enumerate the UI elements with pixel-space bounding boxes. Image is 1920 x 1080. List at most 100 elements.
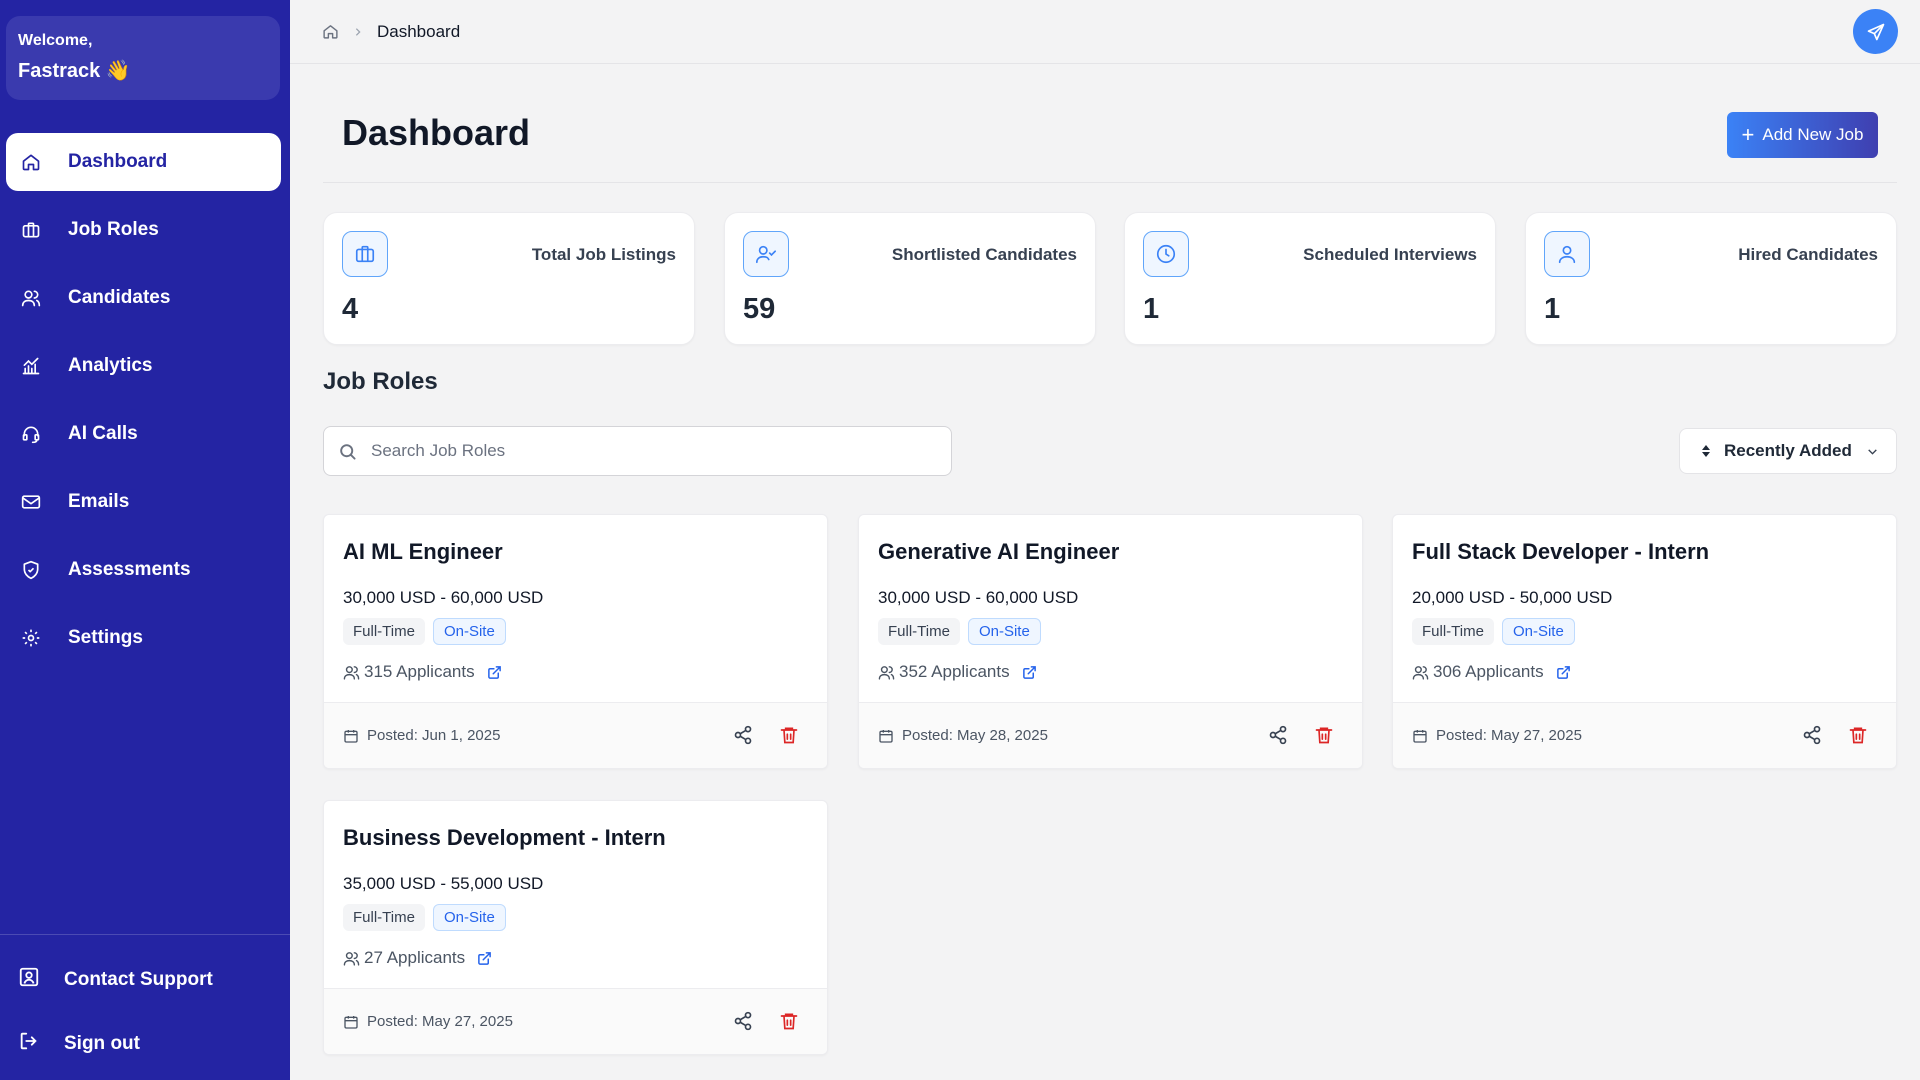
users-icon — [20, 287, 42, 309]
sidebar-item-label: Assessments — [68, 559, 191, 580]
external-link-icon[interactable] — [487, 665, 502, 680]
job-salary: 30,000 USD - 60,000 USD — [878, 588, 1079, 607]
posted-date: Posted: May 28, 2025 — [902, 727, 1048, 744]
share-icon[interactable] — [733, 1011, 753, 1036]
sidebar-item-candidates[interactable]: Candidates — [6, 269, 281, 327]
stat-label: Hired Candidates — [1738, 245, 1878, 264]
calendar-icon — [1412, 728, 1428, 744]
sidebar: Welcome, Fastrack 👋 Dashboard Job Roles … — [0, 0, 290, 1080]
headset-icon — [20, 423, 42, 445]
job-location-tag: On-Site — [432, 904, 506, 931]
sort-icon — [1700, 444, 1712, 458]
job-card[interactable]: Full Stack Developer - Intern 20,000 USD… — [1392, 514, 1897, 769]
home-icon — [20, 151, 42, 173]
mail-icon — [20, 491, 42, 513]
job-tags: Full-Time On-Site — [1412, 618, 1575, 645]
sidebar-item-emails[interactable]: Emails — [6, 473, 281, 531]
sidebar-item-label: Analytics — [68, 355, 153, 376]
sidebar-item-label: AI Calls — [68, 423, 138, 444]
title-divider — [323, 182, 1897, 183]
sidebar-item-settings[interactable]: Settings — [6, 609, 281, 667]
external-link-icon[interactable] — [477, 951, 492, 966]
sidebar-item-label: Emails — [68, 491, 130, 512]
sign-out-button[interactable]: Sign out — [18, 1030, 278, 1057]
job-roles-heading: Job Roles — [323, 368, 438, 395]
users-icon — [343, 664, 360, 681]
user-name: Fastrack 👋 — [18, 60, 131, 82]
job-title: Generative AI Engineer — [878, 539, 1120, 564]
applicants-count: 306 Applicants — [1433, 662, 1544, 681]
job-card[interactable]: Business Development - Intern 35,000 USD… — [323, 800, 828, 1055]
plus-icon: + — [1741, 122, 1755, 147]
job-salary: 35,000 USD - 55,000 USD — [343, 874, 544, 893]
sidebar-item-analytics[interactable]: Analytics — [6, 337, 281, 395]
delete-icon[interactable] — [1314, 725, 1334, 750]
stat-card-scheduled-interviews: Scheduled Interviews 1 — [1124, 212, 1496, 345]
job-card-footer: Posted: May 27, 2025 — [324, 988, 827, 1054]
top-bar: Dashboard — [290, 0, 1920, 64]
job-salary: 20,000 USD - 50,000 USD — [1412, 588, 1613, 607]
users-icon — [1412, 664, 1429, 681]
applicants-count: 27 Applicants — [364, 948, 466, 967]
delete-icon[interactable] — [1848, 725, 1868, 750]
stat-label: Shortlisted Candidates — [891, 245, 1077, 264]
job-tags: Full-Time On-Site — [343, 618, 506, 645]
job-tags: Full-Time On-Site — [343, 904, 506, 931]
calendar-icon — [343, 728, 359, 744]
job-type-tag: Full-Time — [343, 618, 425, 645]
stat-value: 4 — [342, 293, 359, 325]
stat-card-total-job-listings: Total Job Listings 4 — [323, 212, 695, 345]
sort-dropdown[interactable]: Recently Added — [1679, 428, 1897, 474]
share-icon[interactable] — [733, 725, 753, 750]
contact-support-button[interactable]: Contact Support — [18, 966, 278, 993]
briefcase-icon — [342, 231, 388, 277]
clock-icon — [1143, 231, 1189, 277]
calendar-icon — [878, 728, 894, 744]
delete-icon[interactable] — [779, 725, 799, 750]
share-icon[interactable] — [1268, 725, 1288, 750]
search-icon — [338, 442, 357, 461]
sidebar-item-label: Job Roles — [68, 219, 159, 240]
sidebar-item-label: Candidates — [68, 287, 171, 308]
send-icon — [1866, 22, 1886, 42]
sidebar-item-dashboard[interactable]: Dashboard — [6, 133, 281, 191]
applicants-row: 352 Applicants — [878, 662, 1037, 682]
job-card[interactable]: Generative AI Engineer 30,000 USD - 60,0… — [858, 514, 1363, 769]
chart-icon — [20, 355, 42, 377]
applicants-count: 315 Applicants — [364, 662, 475, 681]
add-new-job-label: Add New Job — [1762, 125, 1864, 144]
job-card-footer: Posted: Jun 1, 2025 — [324, 702, 827, 768]
sign-out-icon — [18, 1030, 40, 1057]
delete-icon[interactable] — [779, 1011, 799, 1036]
stat-value: 59 — [743, 293, 776, 325]
search-input[interactable] — [371, 441, 931, 461]
add-new-job-button[interactable]: + Add New Job — [1727, 112, 1878, 158]
external-link-icon[interactable] — [1556, 665, 1571, 680]
external-link-icon[interactable] — [1022, 665, 1037, 680]
send-button[interactable] — [1853, 9, 1898, 54]
page-title: Dashboard — [342, 112, 531, 153]
posted-date: Posted: May 27, 2025 — [367, 1013, 513, 1030]
posted-date: Posted: Jun 1, 2025 — [367, 727, 501, 744]
breadcrumb-current: Dashboard — [377, 21, 461, 41]
sidebar-item-assessments[interactable]: Assessments — [6, 541, 281, 599]
job-card[interactable]: AI ML Engineer 30,000 USD - 60,000 USD F… — [323, 514, 828, 769]
applicants-row: 306 Applicants — [1412, 662, 1571, 682]
job-tags: Full-Time On-Site — [878, 618, 1041, 645]
sidebar-item-job-roles[interactable]: Job Roles — [6, 201, 281, 259]
stat-label: Scheduled Interviews — [1303, 245, 1477, 264]
sign-out-label: Sign out — [64, 1032, 140, 1054]
job-location-tag: On-Site — [432, 618, 506, 645]
contact-card-icon — [18, 966, 40, 993]
users-icon — [878, 664, 895, 681]
breadcrumb-home-icon[interactable] — [322, 23, 339, 40]
gear-icon — [20, 627, 42, 649]
share-icon[interactable] — [1802, 725, 1822, 750]
briefcase-icon — [20, 219, 42, 241]
job-card-footer: Posted: May 27, 2025 — [1393, 702, 1896, 768]
sidebar-item-ai-calls[interactable]: AI Calls — [6, 405, 281, 463]
users-icon — [343, 950, 360, 967]
user-check-icon — [743, 231, 789, 277]
applicants-row: 315 Applicants — [343, 662, 502, 682]
sidebar-divider — [0, 934, 290, 935]
